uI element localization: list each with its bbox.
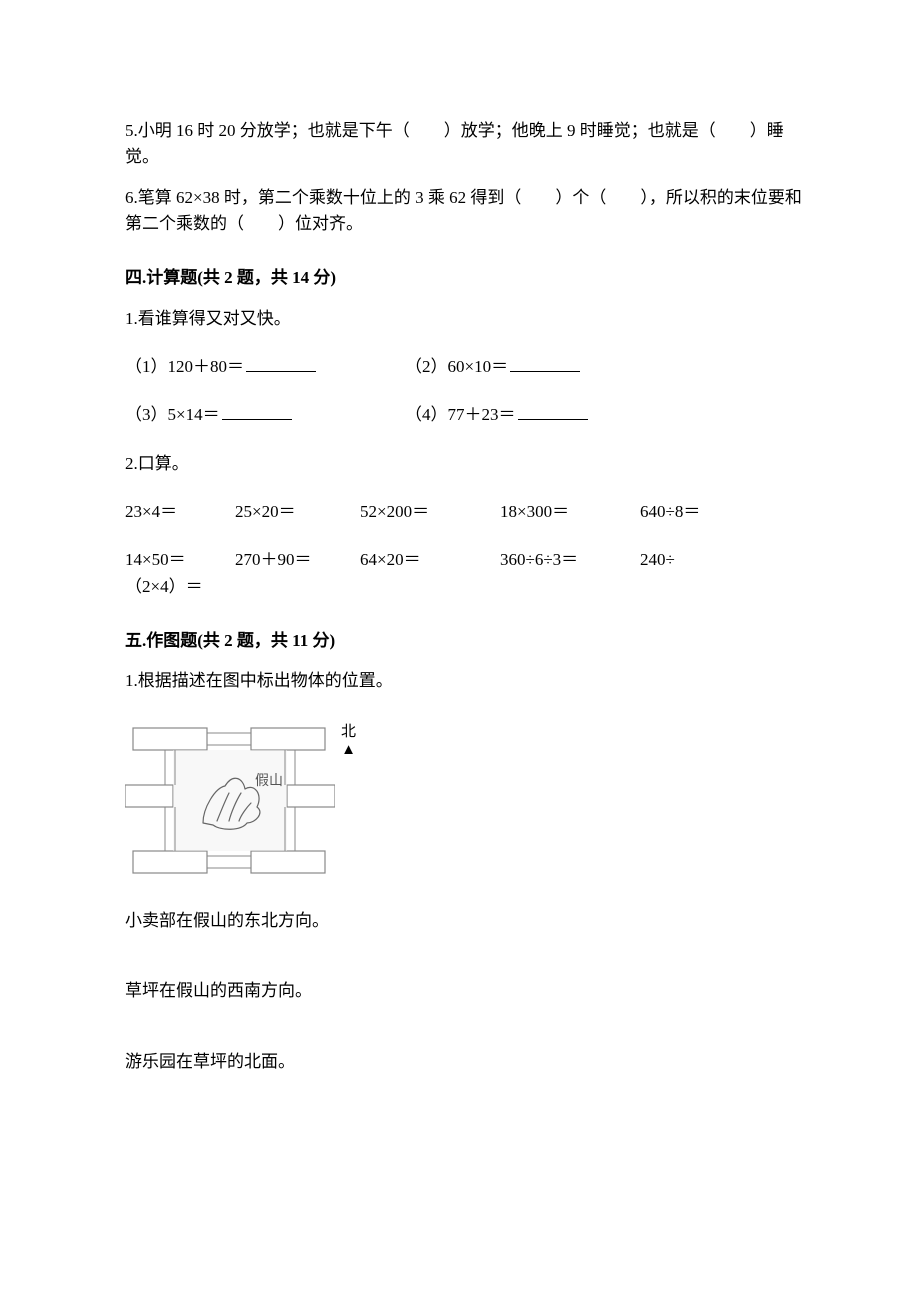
- section-4-q2-title-text: 2.口算。: [125, 454, 189, 473]
- desc-3-text: 游乐园在草坪的北面。: [125, 1052, 295, 1071]
- mc-2-4: 360÷6÷3＝: [500, 547, 640, 573]
- section-5-q1-title-text: 1.根据描述在图中标出物体的位置。: [125, 671, 393, 690]
- section-4-q2-title: 2.口算。: [125, 451, 805, 477]
- mental-calc-row-1: 23×4＝ 25×20＝ 52×200＝ 18×300＝ 640÷8＝: [125, 499, 805, 525]
- section-5-heading-text: 五.作图题(共 2 题，共 11 分): [125, 631, 335, 650]
- blank-4: [518, 402, 588, 420]
- map-diagram-wrap: 假山 北 ▲: [125, 723, 805, 878]
- desc-3: 游乐园在草坪的北面。: [125, 1049, 805, 1075]
- question-6-text: 6.笔算 62×38 时，第二个乘数十位上的 3 乘 62 得到（ ）个（ ），…: [125, 188, 802, 233]
- desc-2: 草坪在假山的西南方向。: [125, 978, 805, 1004]
- blank-1: [246, 354, 316, 372]
- section-4-q1-title-text: 1.看谁算得又对又快。: [125, 309, 291, 328]
- section-5-q1-title: 1.根据描述在图中标出物体的位置。: [125, 668, 805, 694]
- desc-1-text: 小卖部在假山的东北方向。: [125, 911, 329, 930]
- calc-row-1: （1）120＋80＝ （2）60×10＝: [125, 354, 805, 380]
- mc-1-3: 52×200＝: [360, 499, 500, 525]
- mc-2-3: 64×20＝: [360, 547, 500, 573]
- calc-item-1: （1）120＋80＝: [125, 354, 405, 380]
- north-arrow-icon: ▲: [341, 741, 356, 759]
- mc-1-2: 25×20＝: [235, 499, 360, 525]
- calc-item-3-label: （3）5×14＝: [125, 405, 220, 424]
- calc-item-4-label: （4）77＋23＝: [405, 405, 516, 424]
- blank-2: [510, 354, 580, 372]
- compass-north: 北 ▲: [341, 723, 356, 759]
- question-5: 5.小明 16 时 20 分放学；也就是下午（ ）放学；他晚上 9 时睡觉；也就…: [125, 118, 805, 171]
- question-6: 6.笔算 62×38 时，第二个乘数十位上的 3 乘 62 得到（ ）个（ ），…: [125, 185, 805, 238]
- mc-2-1: 14×50＝: [125, 547, 235, 573]
- section-4-heading-text: 四.计算题(共 2 题，共 14 分): [125, 268, 336, 287]
- calc-row-2: （3）5×14＝ （4）77＋23＝: [125, 402, 805, 428]
- rockery-label: 假山: [255, 773, 283, 789]
- calc-item-4: （4）77＋23＝: [405, 402, 805, 428]
- calc-item-2-label: （2）60×10＝: [405, 357, 508, 376]
- section-4-heading: 四.计算题(共 2 题，共 14 分): [125, 265, 805, 291]
- calc-item-1-label: （1）120＋80＝: [125, 357, 244, 376]
- mental-calc-grid: 23×4＝ 25×20＝ 52×200＝ 18×300＝ 640÷8＝ 14×5…: [125, 499, 805, 600]
- mc-2-2: 270＋90＝: [235, 547, 360, 573]
- blank-3: [222, 402, 292, 420]
- desc-1: 小卖部在假山的东北方向。: [125, 908, 805, 934]
- calc-item-2: （2）60×10＝: [405, 354, 805, 380]
- mc-2-5: 240÷: [640, 547, 760, 573]
- mc-1-4: 18×300＝: [500, 499, 640, 525]
- section-4-q1-title: 1.看谁算得又对又快。: [125, 306, 805, 332]
- mental-calc-row-2: 14×50＝ 270＋90＝ 64×20＝ 360÷6÷3＝ 240÷: [125, 547, 805, 573]
- question-5-text: 5.小明 16 时 20 分放学；也就是下午（ ）放学；他晚上 9 时睡觉；也就…: [125, 121, 784, 166]
- mc-1-1: 23×4＝: [125, 499, 235, 525]
- mc-2-5b: （2×4）＝: [125, 574, 805, 600]
- map-diagram: 假山: [125, 723, 335, 878]
- section-5-heading: 五.作图题(共 2 题，共 11 分): [125, 628, 805, 654]
- mc-1-5: 640÷8＝: [640, 499, 760, 525]
- desc-2-text: 草坪在假山的西南方向。: [125, 981, 312, 1000]
- calc-item-3: （3）5×14＝: [125, 402, 405, 428]
- north-label: 北: [341, 723, 356, 741]
